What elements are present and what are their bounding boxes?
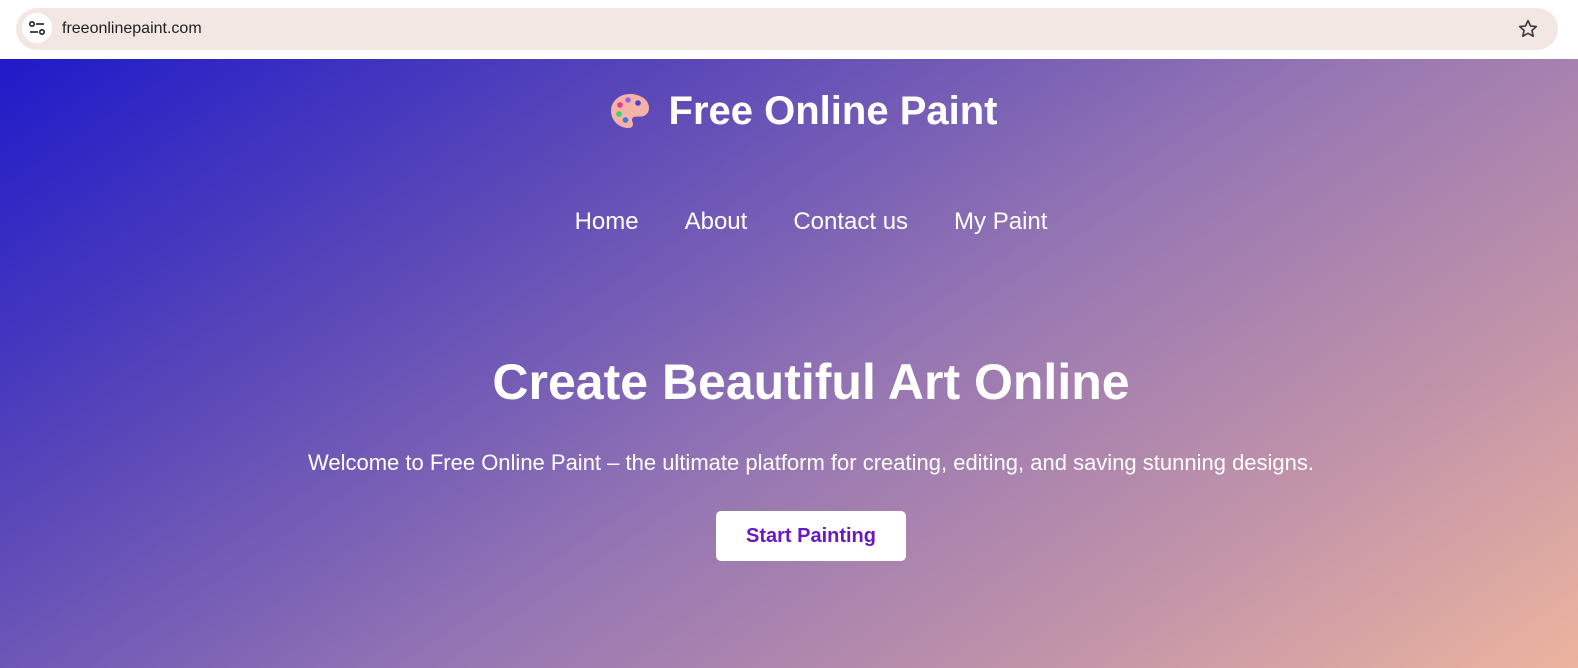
url-text[interactable]: freeonlinepaint.com (62, 19, 202, 39)
nav-link-about[interactable]: About (685, 207, 748, 237)
hero-subtitle: Welcome to Free Online Paint – the ultim… (307, 450, 1315, 475)
bookmark-star-button[interactable] (1516, 17, 1540, 41)
page-content: Free Online Paint Home About Contact us … (0, 59, 1578, 668)
nav-link-contact[interactable]: Contact us (793, 207, 908, 237)
address-bar[interactable] (16, 8, 1558, 50)
hero-title: Create Beautiful Art Online (492, 354, 1130, 410)
star-icon (1518, 19, 1538, 38)
site-header: Free Online Paint (0, 88, 1578, 134)
main-nav: Home About Contact us My Paint (0, 207, 1578, 237)
site-info-button[interactable] (22, 13, 52, 43)
nav-link-home[interactable]: Home (575, 207, 639, 237)
tune-icon (28, 20, 46, 36)
nav-link-my-paint[interactable]: My Paint (954, 207, 1047, 237)
cta-container: Start Painting (0, 511, 1578, 561)
start-painting-button[interactable]: Start Painting (716, 511, 906, 561)
site-title: Free Online Paint (668, 89, 998, 133)
browser-toolbar: freeonlinepaint.com (0, 0, 1578, 59)
palette-icon (610, 94, 649, 128)
